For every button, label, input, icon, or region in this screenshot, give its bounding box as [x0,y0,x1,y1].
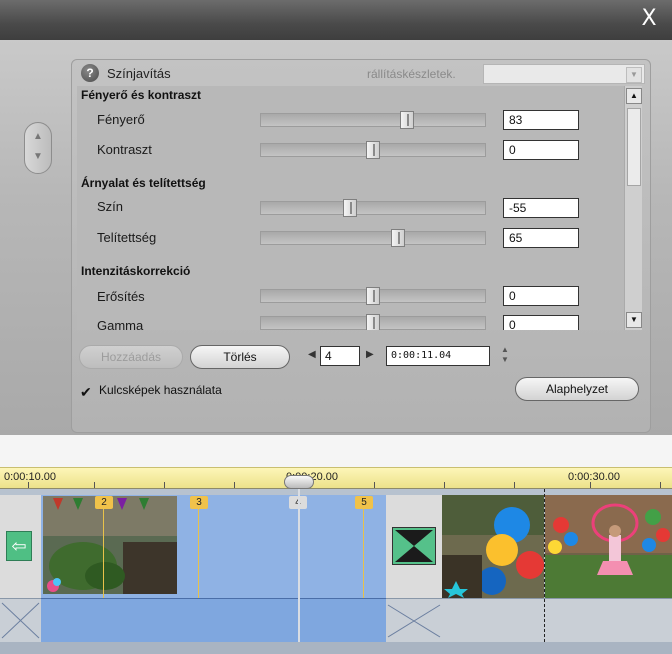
clip-thumbnail-balloons[interactable] [442,495,544,598]
slider-thumb[interactable] [366,141,380,159]
hue-slider[interactable] [260,199,486,217]
ruler-tick [28,482,29,488]
audio-clip-selected[interactable] [41,598,386,643]
arrow-down-icon[interactable]: ▼ [33,151,43,162]
scroll-down-icon[interactable]: ▼ [626,312,642,328]
slider-thumb[interactable] [366,287,380,305]
row-label-contrast: Kontraszt [97,142,152,157]
transition-cross-icon [387,604,441,638]
balloons-thumbnail-image [442,495,544,598]
keyframe-line [103,509,104,598]
slider-thumb[interactable] [366,314,380,330]
chevron-down-icon[interactable]: ▼ [626,67,642,83]
ruler-tick-label: 0:00:30.00 [568,471,620,483]
transition-cross-icon [1,602,40,639]
section-title-brightness-contrast: Fényerő és kontraszt [81,88,202,102]
slider-thumb[interactable] [400,111,414,129]
panel-header: ? Színjavítás rállításkészletek. ▼ [77,62,647,86]
playhead-line[interactable] [298,476,300,654]
contrast-value-input[interactable]: 0 [503,140,579,160]
panel-title: Színjavítás [107,66,171,81]
hue-value-input[interactable]: -55 [503,198,579,218]
arrow-up-icon[interactable]: ▲ [33,131,43,142]
gain-value-input[interactable]: 0 [503,286,579,306]
panel-up-down-control[interactable]: ▲ ▼ [24,122,52,174]
saturation-value-input[interactable]: 65 [503,228,579,248]
hourglass-icon [395,530,433,562]
ruler-tick-label: 0:00:10.00 [4,471,56,483]
use-keyframes-checkbox-label[interactable]: Kulcsképek használata [99,383,222,397]
row-label-brightness: Fényerő [97,112,145,127]
section-title-hue-saturation: Árnyalat és telítettség [81,176,206,190]
previous-keyframe-icon[interactable]: ◀ [308,349,316,360]
ruler-tick [660,482,661,488]
keyframe-number-field[interactable]: 4 [320,346,360,366]
contrast-slider[interactable] [260,141,486,159]
add-keyframe-button[interactable]: Hozzáadás [79,345,183,369]
ruler-tick [590,482,591,488]
slider-thumb[interactable] [391,229,405,247]
ruler-tick [374,482,375,488]
preset-label: rállításkészletek. [367,67,456,81]
saturation-slider[interactable] [260,229,486,247]
keyframe-line [363,509,364,598]
gain-slider[interactable] [260,287,486,305]
checkmark-icon[interactable]: ✔ [80,384,92,401]
row-label-hue: Szín [97,199,124,214]
scroll-up-icon[interactable]: ▲ [626,88,642,104]
timeline-gap [0,435,672,467]
keyframe-marker[interactable]: 5 [355,496,373,509]
arrow-left-icon[interactable]: ⇦ [6,531,32,561]
brightness-value-input[interactable]: 83 [503,110,579,130]
ruler-tick [94,482,95,488]
playhead-grip[interactable] [284,475,314,489]
ruler-tick [234,482,235,488]
ruler-tick [164,482,165,488]
clip-thumbnail-party[interactable] [545,495,672,598]
dialog-title-bar: X [0,0,672,40]
clip-boundary-line [544,489,545,642]
keyframe-marker[interactable]: 2 [95,496,113,509]
scrollbar-thumb[interactable] [627,108,641,186]
time-spinner-icon[interactable]: ▲ ▼ [498,345,512,367]
settings-scrollbar[interactable]: ▲ ▼ [624,86,642,330]
garden-thumbnail-image [43,496,177,594]
keyframe-time-field[interactable]: 0:00:11.04 [386,346,490,366]
help-icon[interactable]: ? [81,64,99,82]
close-button[interactable]: X [636,6,662,32]
next-keyframe-icon[interactable]: ▶ [366,349,374,360]
slider-thumb[interactable] [343,199,357,217]
keyframe-line [198,509,199,598]
timeline-ruler[interactable]: 0:00:10.00 0:00:20.00 0:00:30.00 [0,467,672,489]
delete-keyframe-button[interactable]: Törlés [190,345,290,369]
reset-button[interactable]: Alaphelyzet [515,377,639,401]
row-label-gain: Erősítés [97,289,145,304]
gamma-slider[interactable] [260,314,486,330]
party-thumbnail-image [545,495,672,598]
transition-icon[interactable] [392,527,436,565]
keyframe-marker[interactable]: 3 [190,496,208,509]
section-title-intensity: Intenzitáskorrekció [81,264,191,278]
timeline-bottom-lane [0,642,672,654]
preset-dropdown[interactable]: ▼ [483,64,645,84]
ruler-tick [514,482,515,488]
gamma-value-input[interactable]: 0 [503,315,579,330]
settings-scroll-area[interactable]: Fényerő és kontraszt Fényerő 83 Kontrasz… [77,86,624,330]
row-label-gamma: Gamma [97,318,144,330]
clip-thumbnail-garden[interactable] [43,496,177,594]
brightness-slider[interactable] [260,111,486,129]
row-label-saturation: Telítettség [97,230,157,245]
ruler-tick [444,482,445,488]
